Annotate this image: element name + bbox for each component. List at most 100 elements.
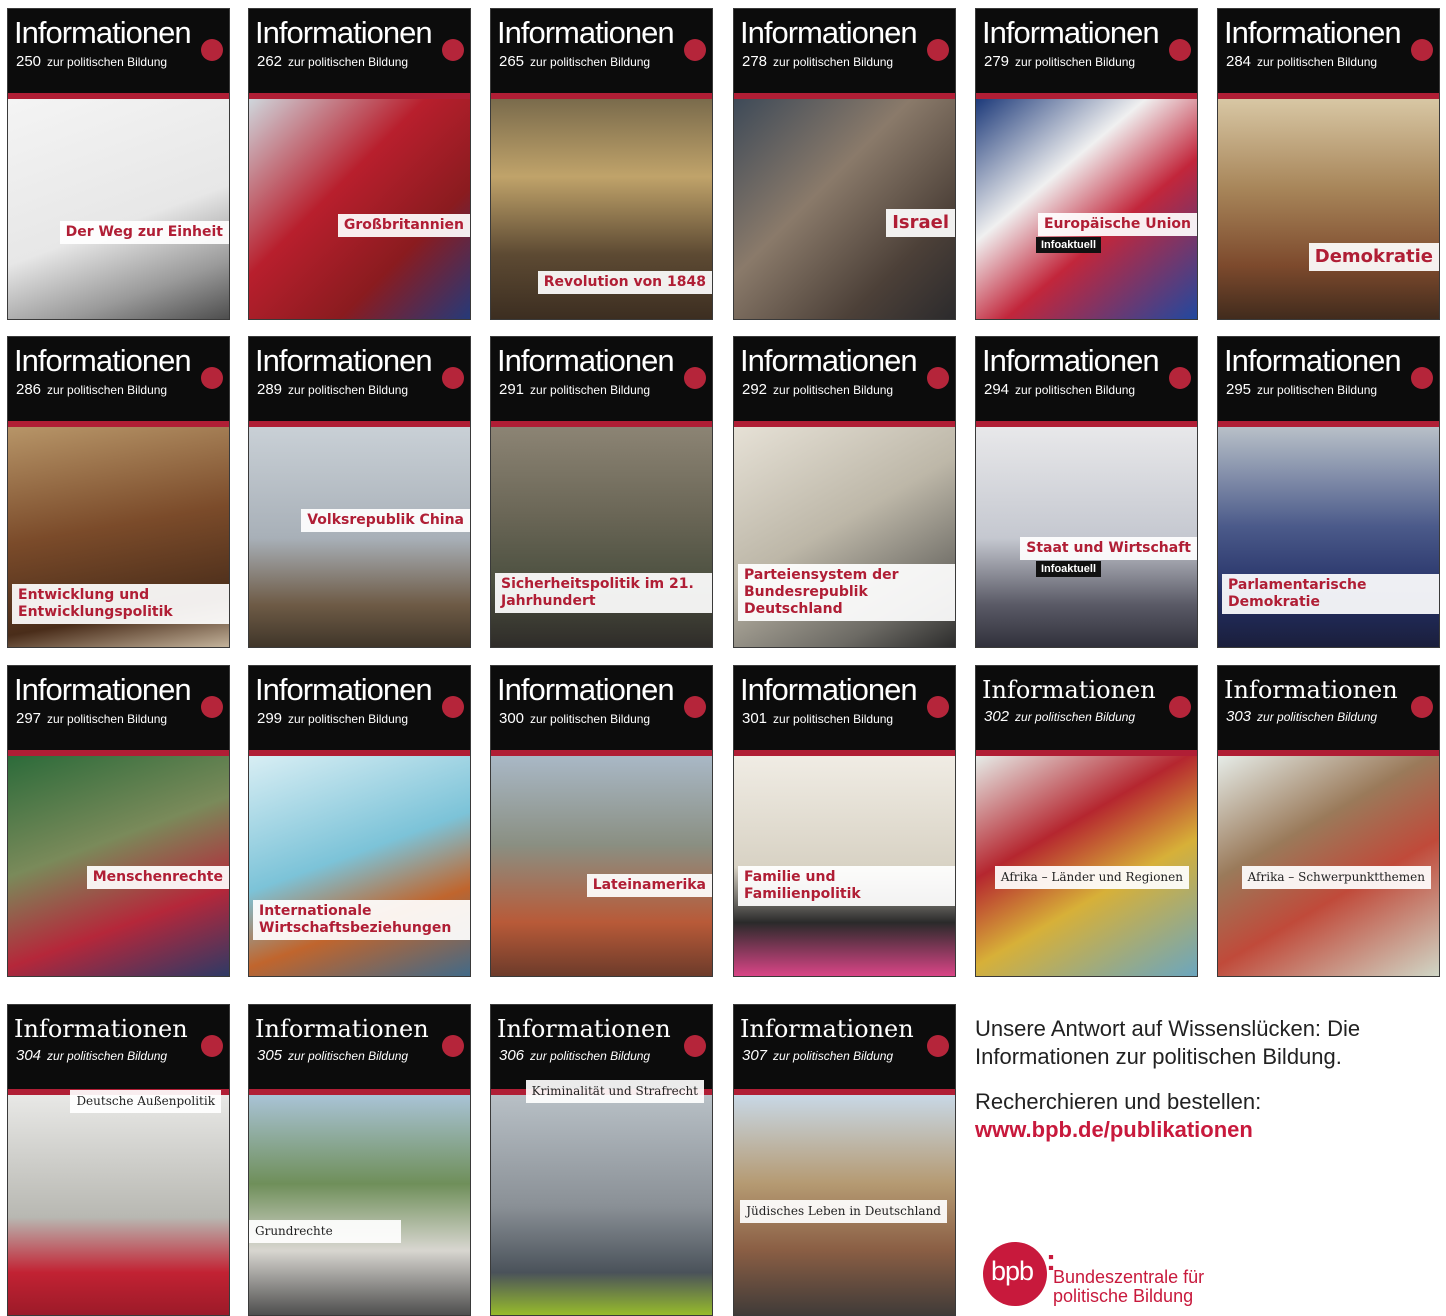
promo-order-label: Recherchieren und bestellen: [975, 1089, 1262, 1114]
cover-masthead: Informationen 294 zur politischen Bildung [976, 337, 1197, 421]
cover-subtitle: 295 zur politischen Bildung [1226, 381, 1377, 398]
cover-masthead: Informationen 300 zur politischen Bildung [491, 666, 712, 750]
cover-265[interactable]: Informationen 265 zur politischen Bildung R… [490, 8, 713, 320]
cover-issue-number: 301 [742, 710, 768, 727]
cover-title: Informationen [497, 1015, 671, 1043]
cover-297[interactable]: Informationen 297 zur politischen Bildung M… [7, 665, 230, 977]
cover-topic-label: Parteiensystem der Bundesrepublik Deutsc… [738, 564, 955, 621]
bpb-badge-icon [927, 696, 949, 718]
cover-title: Informationen [740, 1015, 914, 1043]
cover-294[interactable]: Informationen 294 zur politischen Bildung S… [975, 336, 1198, 648]
cover-subtitle: 303 zur politischen Bildung [1226, 708, 1377, 725]
cover-masthead: Informationen 289 zur politischen Bildung [249, 337, 470, 421]
bpb-badge-icon [442, 39, 464, 61]
cover-masthead: Informationen 291 zur politischen Bildung [491, 337, 712, 421]
cover-subtitle: 262 zur politischen Bildung [257, 53, 408, 70]
cover-title: Informationen [740, 15, 918, 50]
cover-issue-number: 286 [16, 381, 42, 398]
cover-subtitle-text: zur politischen Bildung [288, 55, 409, 69]
bpb-logo-name: Bundeszentrale für politische Bildung [1053, 1268, 1283, 1306]
cover-masthead: Informationen 265 zur politischen Bildung [491, 9, 712, 93]
cover-304[interactable]: Informationen 304 zur politischen Bildung D… [7, 1004, 230, 1316]
cover-topic-label: Sicherheitspolitik im 21. Jahrhundert [495, 573, 712, 613]
cover-masthead: Informationen 292 zur politischen Bildung [734, 337, 955, 421]
cover-subtitle-text: zur politischen Bildung [773, 712, 894, 726]
cover-issue-number: 289 [257, 381, 283, 398]
cover-issue-number: 306 [499, 1047, 525, 1064]
cover-topic-label: Internationale Wirtschaftsbeziehungen [253, 900, 470, 940]
cover-subtitle-text: zur politischen Bildung [288, 712, 409, 726]
cover-262[interactable]: Informationen 262 zur politischen Bildung G… [248, 8, 471, 320]
cover-title: Informationen [14, 343, 192, 378]
cover-photo [249, 427, 470, 647]
cover-286[interactable]: Informationen 286 zur politischen Bildung E… [7, 336, 230, 648]
cover-subtitle-text: zur politischen Bildung [1015, 710, 1136, 724]
cover-title: Informationen [740, 343, 918, 378]
cover-issue-number: 302 [984, 708, 1010, 725]
cover-278[interactable]: Informationen 278 zur politischen Bildung I… [733, 8, 956, 320]
cover-subtitle-text: zur politischen Bildung [530, 1049, 651, 1063]
cover-subtitle: 294 zur politischen Bildung [984, 381, 1135, 398]
cover-title: Informationen [497, 15, 675, 50]
cover-masthead: Informationen 301 zur politischen Bildung [734, 666, 955, 750]
cover-title: Informationen [14, 1015, 188, 1043]
cover-307[interactable]: Informationen 307 zur politischen Bildung J… [733, 1004, 956, 1316]
bpb-badge-icon [927, 367, 949, 389]
cover-masthead: Informationen 297 zur politischen Bildung [8, 666, 229, 750]
cover-topic-label: Menschenrechte [86, 866, 229, 889]
cover-289[interactable]: Informationen 289 zur politischen Bildung V… [248, 336, 471, 648]
publications-link[interactable]: www.bpb.de/publikationen [975, 1117, 1253, 1142]
cover-issue-number: 300 [499, 710, 525, 727]
cover-303[interactable]: Informationen 303 zur politischen Bildung A… [1217, 665, 1440, 977]
promo-text: Unsere Antwort auf Wissenslücken: Die In… [975, 1015, 1425, 1144]
cover-title: Informationen [1224, 676, 1398, 704]
cover-subtitle-text: zur politischen Bildung [47, 383, 168, 397]
bpb-badge-icon [201, 1035, 223, 1057]
cover-subtitle-text: zur politischen Bildung [530, 712, 651, 726]
cover-subtitle: 304 zur politischen Bildung [16, 1047, 167, 1064]
cover-subtitle: 250 zur politischen Bildung [16, 53, 167, 70]
cover-title: Informationen [982, 15, 1160, 50]
cover-291[interactable]: Informationen 291 zur politischen Bildung S… [490, 336, 713, 648]
cover-issue-number: 305 [257, 1047, 283, 1064]
cover-250[interactable]: Informationen 250 zur politischen Bildung D… [7, 8, 230, 320]
cover-masthead: Informationen 295 zur politischen Bildung [1218, 337, 1439, 421]
cover-299[interactable]: Informationen 299 zur politischen Bildung I… [248, 665, 471, 977]
cover-subtitle: 284 zur politischen Bildung [1226, 53, 1377, 70]
cover-topic-label: Parlamentarische Demokratie [1222, 574, 1439, 614]
cover-subtitle-text: zur politischen Bildung [1015, 383, 1136, 397]
cover-subtitle-text: zur politischen Bildung [773, 383, 894, 397]
cover-topic-label: Familie und Familienpolitik [738, 866, 955, 906]
cover-issue-number: 297 [16, 710, 42, 727]
cover-306[interactable]: Informationen 306 zur politischen Bildung K… [490, 1004, 713, 1316]
bpb-badge-icon [927, 39, 949, 61]
cover-subtitle-text: zur politischen Bildung [47, 712, 168, 726]
cover-301[interactable]: Informationen 301 zur politischen Bildung F… [733, 665, 956, 977]
cover-subtitle: 301 zur politischen Bildung [742, 710, 893, 727]
cover-subtitle-text: zur politischen Bildung [47, 55, 168, 69]
cover-subtitle: 286 zur politischen Bildung [16, 381, 167, 398]
cover-subtitle-text: zur politischen Bildung [288, 383, 409, 397]
cover-masthead: Informationen 278 zur politischen Bildung [734, 9, 955, 93]
cover-302[interactable]: Informationen 302 zur politischen Bildung A… [975, 665, 1198, 977]
cover-279[interactable]: Informationen 279 zur politischen Bildung E… [975, 8, 1198, 320]
cover-300[interactable]: Informationen 300 zur politischen Bildung L… [490, 665, 713, 977]
cover-305[interactable]: Informationen 305 zur politischen Bildung G… [248, 1004, 471, 1316]
cover-title: Informationen [982, 676, 1156, 704]
bpb-badge-icon [201, 39, 223, 61]
cover-photo [976, 99, 1197, 319]
cover-subtitle-text: zur politischen Bildung [1257, 55, 1378, 69]
cover-topic-label: Deutsche Außenpolitik [70, 1090, 221, 1113]
bpb-badge-icon [442, 367, 464, 389]
cover-photo [491, 427, 712, 647]
bpb-badge-icon [684, 1035, 706, 1057]
cover-295[interactable]: Informationen 295 zur politischen Bildung P… [1217, 336, 1440, 648]
cover-masthead: Informationen 303 zur politischen Bildung [1218, 666, 1439, 750]
cover-284[interactable]: Informationen 284 zur politischen Bildung D… [1217, 8, 1440, 320]
cover-masthead: Informationen 305 zur politischen Bildung [249, 1005, 470, 1089]
cover-292[interactable]: Informationen 292 zur politischen Bildung P… [733, 336, 956, 648]
cover-title: Informationen [1224, 15, 1402, 50]
bpb-badge-icon [1169, 39, 1191, 61]
cover-subtitle-text: zur politischen Bildung [773, 1049, 894, 1063]
infoaktuell-badge: Infoaktuell [1036, 237, 1102, 253]
